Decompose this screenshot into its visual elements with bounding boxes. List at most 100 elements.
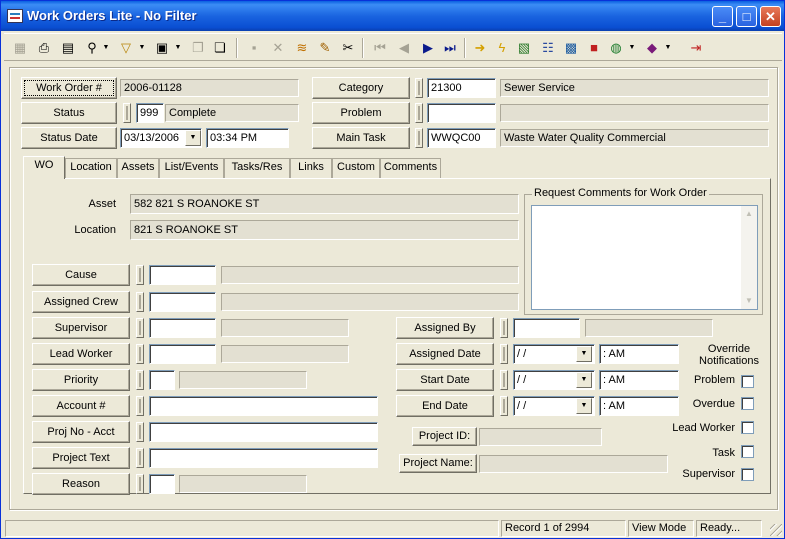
assigned-crew-code-input[interactable] bbox=[149, 292, 216, 312]
override-problem-checkbox[interactable] bbox=[741, 375, 754, 388]
tab-wo[interactable]: WO bbox=[23, 156, 65, 179]
start-date-button[interactable]: Start Date bbox=[396, 369, 494, 391]
project-text-button[interactable]: Project Text bbox=[32, 447, 130, 469]
next-record-icon[interactable]: ▶ bbox=[418, 38, 438, 58]
assigned-crew-lookup-handle[interactable] bbox=[136, 292, 144, 312]
search-dropdown-icon[interactable]: ▼ bbox=[102, 38, 110, 58]
assigned-date-handle[interactable] bbox=[500, 344, 508, 364]
account-button[interactable]: Account # bbox=[32, 395, 130, 417]
delete-icon[interactable]: ✕ bbox=[268, 38, 288, 58]
end-date-handle[interactable] bbox=[500, 396, 508, 416]
override-lead-worker-checkbox[interactable] bbox=[741, 421, 754, 434]
tab-links[interactable]: Links bbox=[290, 158, 332, 178]
project-text-lookup-handle[interactable] bbox=[136, 448, 144, 468]
chevron-down-icon[interactable]: ▼ bbox=[576, 398, 592, 414]
end-date-button[interactable]: End Date bbox=[396, 395, 494, 417]
previous-record-icon[interactable]: ◀ bbox=[394, 38, 414, 58]
priority-button[interactable]: Priority bbox=[32, 369, 130, 391]
cause-code-input[interactable] bbox=[149, 265, 216, 285]
assigned-by-button[interactable]: Assigned By bbox=[396, 317, 494, 339]
tab-tasks-res[interactable]: Tasks/Res bbox=[224, 158, 290, 178]
scroll-down-icon[interactable]: ▼ bbox=[741, 293, 757, 309]
override-overdue-checkbox[interactable] bbox=[741, 397, 754, 410]
status-code-input[interactable]: 999 bbox=[136, 103, 164, 123]
print-preview-icon[interactable]: ▤ bbox=[58, 38, 78, 58]
override-supervisor-checkbox[interactable] bbox=[741, 468, 754, 481]
cut-icon[interactable]: ✂ bbox=[338, 38, 358, 58]
first-record-icon[interactable]: ⏮ bbox=[370, 38, 390, 58]
duplicate-icon[interactable]: ❏ bbox=[210, 38, 230, 58]
status-date-button[interactable]: Status Date bbox=[21, 127, 117, 149]
account-lookup-handle[interactable] bbox=[136, 396, 144, 416]
problem-code-input[interactable] bbox=[427, 103, 496, 123]
priority-code-input[interactable] bbox=[149, 370, 175, 390]
maximize-button[interactable]: □ bbox=[736, 6, 757, 27]
edit-pencil-icon[interactable]: ✎ bbox=[315, 38, 335, 58]
new-record-icon[interactable]: ▦ bbox=[10, 38, 30, 58]
proj-no-acct-input[interactable] bbox=[149, 422, 378, 442]
assigned-date-button[interactable]: Assigned Date bbox=[396, 343, 494, 365]
assigned-crew-button[interactable]: Assigned Crew bbox=[32, 291, 130, 313]
priority-lookup-handle[interactable] bbox=[136, 370, 144, 390]
lightning-icon[interactable]: ϟ bbox=[492, 38, 512, 58]
report-dropdown-icon[interactable]: ▼ bbox=[174, 38, 182, 58]
globe-icon[interactable]: ◍ bbox=[606, 38, 626, 58]
print-icon[interactable]: ⎙ bbox=[34, 38, 54, 58]
map-icon[interactable]: ▧ bbox=[514, 38, 534, 58]
status-lookup-handle[interactable] bbox=[123, 103, 131, 123]
app-icon[interactable] bbox=[7, 9, 23, 23]
globe-dropdown-icon[interactable]: ▼ bbox=[628, 38, 636, 58]
main-task-lookup-handle[interactable] bbox=[415, 128, 423, 148]
save-icon[interactable]: ▪ bbox=[244, 38, 264, 58]
tab-assets[interactable]: Assets bbox=[117, 158, 159, 178]
hierarchy-icon[interactable]: ☷ bbox=[538, 38, 558, 58]
assigned-time-input[interactable]: : AM bbox=[599, 344, 679, 364]
book-icon[interactable]: ◆ bbox=[642, 38, 662, 58]
tab-location[interactable]: Location bbox=[65, 158, 117, 178]
supervisor-code-input[interactable] bbox=[149, 318, 216, 338]
tab-comments[interactable]: Comments bbox=[380, 158, 441, 178]
exit-icon[interactable]: ⇥ bbox=[686, 38, 706, 58]
account-input[interactable] bbox=[149, 396, 378, 416]
title-bar[interactable]: Work Orders Lite - No Filter _ □ ✕ bbox=[1, 1, 784, 31]
filter-icon[interactable]: ▽ bbox=[116, 38, 136, 58]
resize-grip-icon[interactable] bbox=[770, 524, 782, 536]
close-button[interactable]: ✕ bbox=[760, 6, 781, 27]
filter-dropdown-icon[interactable]: ▼ bbox=[138, 38, 146, 58]
problem-lookup-handle[interactable] bbox=[415, 103, 423, 123]
copy-record-icon[interactable]: ❐ bbox=[188, 38, 208, 58]
tab-list-events[interactable]: List/Events bbox=[159, 158, 224, 178]
lead-worker-button[interactable]: Lead Worker bbox=[32, 343, 130, 365]
reason-lookup-handle[interactable] bbox=[136, 474, 144, 494]
override-task-checkbox[interactable] bbox=[741, 445, 754, 458]
reason-button[interactable]: Reason bbox=[32, 473, 130, 495]
main-task-code-input[interactable]: WWQC00 bbox=[427, 128, 496, 148]
project-text-input[interactable] bbox=[149, 448, 378, 468]
assigned-by-lookup-handle[interactable] bbox=[500, 318, 508, 338]
chevron-down-icon[interactable]: ▼ bbox=[576, 346, 592, 362]
category-lookup-handle[interactable] bbox=[415, 78, 423, 98]
supervisor-lookup-handle[interactable] bbox=[136, 318, 144, 338]
book-dropdown-icon[interactable]: ▼ bbox=[664, 38, 672, 58]
lead-worker-lookup-handle[interactable] bbox=[136, 344, 144, 364]
chevron-down-icon[interactable]: ▼ bbox=[576, 372, 592, 388]
proj-no-acct-lookup-handle[interactable] bbox=[136, 422, 144, 442]
report-icon[interactable]: ▣ bbox=[152, 38, 172, 58]
category-code-input[interactable]: 21300 bbox=[427, 78, 496, 98]
stack-icon[interactable]: ≋ bbox=[292, 38, 312, 58]
proj-no-acct-button[interactable]: Proj No - Acct bbox=[32, 421, 130, 443]
status-button[interactable]: Status bbox=[21, 102, 117, 124]
truck-icon[interactable]: ■ bbox=[584, 38, 604, 58]
minimize-button[interactable]: _ bbox=[712, 6, 733, 27]
cause-lookup-handle[interactable] bbox=[136, 265, 144, 285]
lead-worker-code-input[interactable] bbox=[149, 344, 216, 364]
last-record-icon[interactable]: ⏭ bbox=[440, 38, 460, 58]
supervisor-button[interactable]: Supervisor bbox=[32, 317, 130, 339]
status-time-input[interactable]: 03:34 PM bbox=[206, 128, 289, 148]
comments-scrollbar[interactable]: ▲ ▼ bbox=[741, 206, 757, 309]
problem-button[interactable]: Problem bbox=[312, 102, 410, 124]
screen-icon[interactable]: ▩ bbox=[561, 38, 581, 58]
scroll-up-icon[interactable]: ▲ bbox=[741, 206, 757, 222]
tab-custom[interactable]: Custom bbox=[332, 158, 380, 178]
work-order-button[interactable]: Work Order # bbox=[21, 77, 117, 99]
